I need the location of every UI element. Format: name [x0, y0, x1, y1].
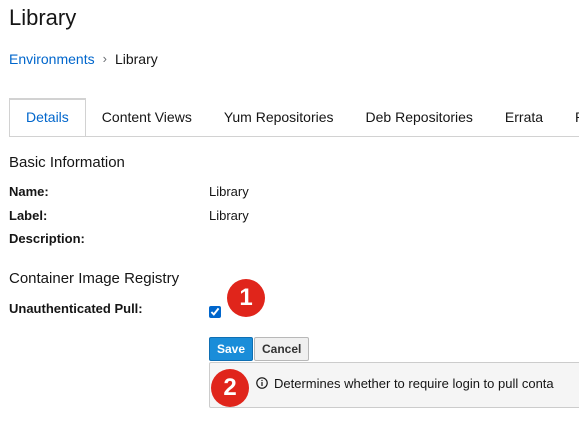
breadcrumb: Environments › Library: [9, 50, 158, 68]
name-value: Library: [209, 184, 249, 199]
tab-yum-repositories[interactable]: Yum Repositories: [208, 98, 350, 136]
breadcrumb-separator: ›: [102, 51, 107, 66]
tab-bar: Details Content Views Yum Repositories D…: [9, 98, 579, 137]
label-label: Label:: [9, 208, 48, 223]
name-label: Name:: [9, 184, 49, 199]
annotation-badge-1: 1: [227, 279, 265, 317]
save-button[interactable]: Save: [209, 337, 254, 361]
breadcrumb-environments-link[interactable]: Environments: [9, 50, 95, 68]
tab-content-views[interactable]: Content Views: [86, 98, 208, 136]
tab-details[interactable]: Details: [9, 98, 86, 136]
page-title: Library: [9, 5, 77, 30]
cancel-button[interactable]: Cancel: [254, 337, 310, 361]
basic-information-heading: Basic Information: [9, 154, 125, 171]
breadcrumb-current: Library: [114, 51, 158, 67]
container-image-registry-heading: Container Image Registry: [9, 270, 180, 287]
description-label: Description:: [9, 231, 85, 246]
help-text: Determines whether to require login to p…: [274, 376, 554, 391]
tab-packages[interactable]: Pa: [559, 98, 579, 136]
unauthenticated-pull-checkbox[interactable]: [209, 306, 221, 318]
unauthenticated-pull-label: Unauthenticated Pull:: [9, 301, 143, 316]
label-value: Library: [209, 208, 249, 223]
annotation-badge-2: 2: [211, 369, 249, 407]
tab-deb-repositories[interactable]: Deb Repositories: [350, 98, 489, 136]
info-icon: [256, 377, 268, 389]
tab-errata[interactable]: Errata: [489, 98, 559, 136]
